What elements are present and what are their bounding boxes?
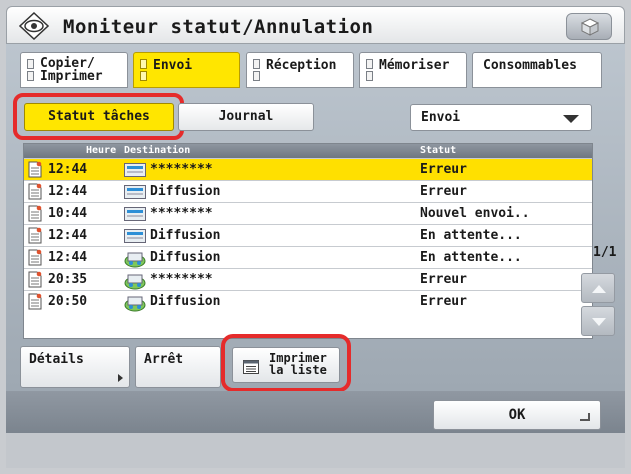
details-label: Détails: [29, 352, 84, 367]
row-destination: Diffusion: [150, 228, 221, 243]
tab-copy-print[interactable]: Copier/ Imprimer: [20, 52, 128, 88]
journal-button[interactable]: Journal: [178, 103, 314, 131]
tab-indicator: [27, 59, 34, 82]
tab-reception[interactable]: Réception: [246, 52, 354, 88]
tab-consumables[interactable]: Consommables: [472, 52, 602, 88]
multi-send-icon: [124, 295, 146, 312]
status-strip: [6, 433, 625, 468]
tab-indicator: [253, 59, 260, 82]
page-title: Moniteur statut/Annulation: [63, 16, 374, 38]
arrow-up-icon: [592, 285, 606, 293]
row-time: 12:44: [48, 228, 88, 243]
column-header-status: Statut: [420, 145, 457, 156]
row-status: Erreur: [420, 162, 467, 177]
page-indicator: 1/1: [593, 245, 617, 260]
stop-label: Arrêt: [144, 352, 184, 367]
fax-icon: [124, 163, 146, 177]
row-status: Nouvel envoi..: [420, 206, 530, 221]
submenu-arrow-icon: [118, 374, 123, 382]
tab-label: Copier/ Imprimer: [40, 56, 103, 84]
stop-button[interactable]: Arrêt: [135, 346, 221, 388]
row-time: 12:44: [48, 184, 88, 199]
filter-select[interactable]: Envoi: [410, 104, 592, 131]
row-status: Erreur: [420, 294, 467, 309]
table-row[interactable]: 20:35 ******** Erreur: [24, 268, 592, 290]
chevron-down-icon: [563, 115, 579, 123]
row-time: 20:35: [48, 272, 88, 287]
tab-send[interactable]: Envoi: [133, 52, 240, 88]
table-row[interactable]: 12:44 Diffusion En attente...: [24, 224, 592, 246]
row-status: Erreur: [420, 184, 467, 199]
row-destination: ********: [150, 206, 213, 221]
document-icon: [28, 205, 42, 222]
table-row[interactable]: 12:44 ******** Erreur: [24, 158, 592, 180]
highlight-frame: [221, 334, 351, 392]
row-status: Erreur: [420, 272, 467, 287]
document-icon: [28, 227, 42, 244]
tab-indicator: [140, 59, 147, 82]
table-body: 12:44 ******** Erreur 12:44 Diffusion Erreur 1…: [24, 158, 592, 312]
fax-icon: [124, 185, 146, 199]
fax-icon: [124, 229, 146, 243]
document-icon: [28, 161, 42, 178]
tab-label: Envoi: [153, 58, 193, 73]
table-row[interactable]: 12:44 Diffusion Erreur: [24, 180, 592, 202]
table-header: Heure Destination Statut: [24, 144, 592, 158]
filter-select-value: Envoi: [421, 110, 461, 125]
document-icon: [28, 271, 42, 288]
row-status: En attente...: [420, 228, 522, 243]
row-destination: ********: [150, 272, 213, 287]
document-icon: [28, 249, 42, 266]
details-button[interactable]: Détails: [20, 346, 130, 388]
ok-button[interactable]: OK: [433, 400, 601, 430]
enter-icon: [580, 413, 590, 421]
main-panel: Copier/ Imprimer Envoi Réception Mémoris…: [6, 44, 625, 392]
eye-icon: [18, 11, 50, 41]
column-header-time: Heure: [86, 145, 117, 156]
table-row[interactable]: 10:44 ******** Nouvel envoi..: [24, 202, 592, 224]
title-bar: Moniteur statut/Annulation: [6, 6, 625, 44]
highlight-frame: [13, 93, 184, 140]
ok-label: OK: [508, 407, 526, 423]
tab-label: Mémoriser: [379, 58, 450, 73]
tab-indicator: [366, 59, 373, 82]
row-time: 20:50: [48, 294, 88, 309]
multi-send-icon: [124, 251, 146, 268]
help-button[interactable]: [566, 13, 612, 40]
row-destination: Diffusion: [150, 250, 221, 265]
column-header-destination: Destination: [124, 145, 191, 156]
tab-memorize[interactable]: Mémoriser: [359, 52, 467, 88]
fax-icon: [124, 207, 146, 221]
multi-send-icon: [124, 273, 146, 290]
table-row[interactable]: 20:50 Diffusion Erreur: [24, 290, 592, 312]
row-destination: Diffusion: [150, 184, 221, 199]
row-status: En attente...: [420, 250, 522, 265]
job-table: Heure Destination Statut 12:44 ******** Er…: [23, 143, 593, 339]
row-destination: Diffusion: [150, 294, 221, 309]
tab-label: Réception: [266, 58, 337, 73]
row-destination: ********: [150, 162, 213, 177]
row-time: 10:44: [48, 206, 88, 221]
cube-icon: [580, 18, 600, 36]
row-time: 12:44: [48, 162, 88, 177]
document-icon: [28, 293, 42, 310]
scroll-down-button[interactable]: [581, 306, 615, 336]
document-icon: [28, 183, 42, 200]
tab-label: Consommables: [483, 58, 577, 73]
table-row[interactable]: 12:44 Diffusion En attente...: [24, 246, 592, 268]
scroll-up-button[interactable]: [581, 273, 615, 303]
row-time: 12:44: [48, 250, 88, 265]
arrow-down-icon: [592, 318, 606, 326]
